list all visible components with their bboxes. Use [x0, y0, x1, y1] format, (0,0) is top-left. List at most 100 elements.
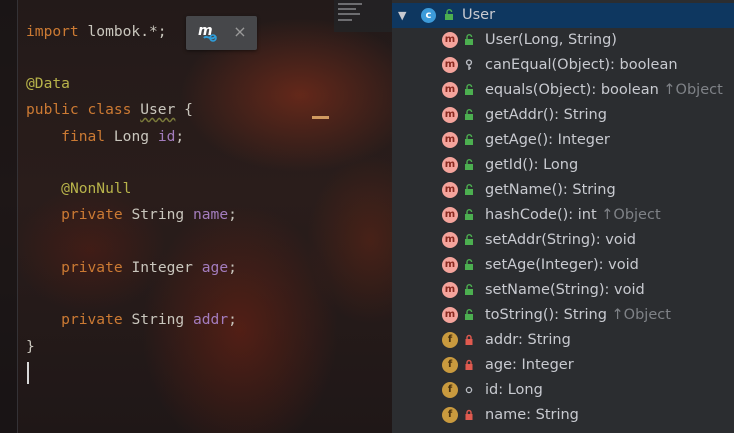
- structure-method-row[interactable]: m getAddr(): String: [392, 103, 734, 128]
- popup-close-icon[interactable]: ×: [231, 22, 249, 42]
- plugin-popup[interactable]: m ×: [186, 16, 257, 50]
- code-token: name: [192, 206, 229, 223]
- field-icon: f: [442, 357, 458, 373]
- member-label: equals(Object): boolean ↑Object: [485, 78, 723, 103]
- member-signature: setAddr(String): void: [485, 232, 636, 248]
- member-signature: id: Long: [485, 382, 543, 398]
- structure-method-row[interactable]: m getAge(): Integer: [392, 128, 734, 153]
- structure-method-row[interactable]: m setAge(Integer): void: [392, 253, 734, 278]
- code-token: ;: [228, 259, 237, 276]
- code-token: @Data: [26, 75, 70, 92]
- member-signature: User(Long, String): [485, 32, 617, 48]
- code-token: ;: [175, 128, 185, 145]
- member-signature: getAddr(): String: [485, 107, 607, 123]
- structure-field-row[interactable]: f age: Integer: [392, 353, 734, 378]
- member-signature: getName(): String: [485, 182, 616, 198]
- method-icon: m: [442, 182, 458, 198]
- structure-field-row[interactable]: f addr: String: [392, 328, 734, 353]
- method-icon: m: [442, 307, 458, 323]
- code-token: @NonNull: [61, 180, 132, 197]
- structure-method-row[interactable]: m setAddr(String): void: [392, 228, 734, 253]
- inherited-from-label: ↑Object: [596, 207, 661, 223]
- code-token: final: [61, 128, 106, 145]
- ide-window: import lombok.*; @Data public class User {…: [0, 0, 734, 433]
- public-lock-icon: [443, 3, 457, 28]
- public-lock-icon: [463, 228, 477, 253]
- member-signature: equals(Object): boolean: [485, 82, 659, 98]
- member-signature: getAge(): Integer: [485, 132, 610, 148]
- public-lock-icon: [463, 28, 477, 53]
- structure-method-row[interactable]: m User(Long, String): [392, 28, 734, 53]
- expand-arrow-icon[interactable]: ▼: [398, 3, 410, 28]
- code-line[interactable]: final Long id;: [26, 127, 184, 147]
- method-icon: m: [442, 282, 458, 298]
- structure-method-row[interactable]: m canEqual(Object): boolean: [392, 53, 734, 78]
- public-lock-icon: [463, 78, 477, 103]
- code-token: String: [122, 311, 193, 328]
- public-lock-icon: [463, 303, 477, 328]
- public-lock-icon: [463, 153, 477, 178]
- code-line[interactable]: private String addr;: [26, 310, 237, 330]
- member-label: id: Long: [485, 378, 543, 403]
- structure-method-row[interactable]: m equals(Object): boolean ↑Object: [392, 78, 734, 103]
- field-icon: f: [442, 407, 458, 423]
- member-label: getAge(): Integer: [485, 128, 610, 153]
- member-label: toString(): String ↑Object: [485, 303, 671, 328]
- field-icon: f: [442, 332, 458, 348]
- gutter-divider: [17, 0, 18, 433]
- code-line[interactable]: import lombok.*;: [26, 22, 167, 42]
- method-icon: m: [442, 57, 458, 73]
- code-token: private: [61, 259, 123, 276]
- code-line[interactable]: @NonNull: [26, 179, 131, 199]
- cursor-position-marker: [312, 116, 329, 119]
- structure-class-row[interactable]: ▼ c User: [392, 3, 734, 28]
- structure-field-row[interactable]: f id: Long: [392, 378, 734, 403]
- code-line[interactable]: private Integer age;: [26, 258, 237, 278]
- member-label: setAge(Integer): void: [485, 253, 639, 278]
- structure-field-row[interactable]: f name: String: [392, 403, 734, 428]
- code-token: ;: [228, 311, 237, 328]
- code-token: lombok.*;: [78, 23, 167, 40]
- inherited-from-label: ↑Object: [658, 82, 723, 98]
- member-signature: setAge(Integer): void: [485, 257, 639, 273]
- public-lock-icon: [463, 178, 477, 203]
- structure-method-row[interactable]: m hashCode(): int ↑Object: [392, 203, 734, 228]
- protected-key-icon: [463, 53, 477, 78]
- member-label: getId(): Long: [485, 153, 578, 178]
- mapstruct-logo-icon: m: [198, 23, 217, 42]
- structure-method-row[interactable]: m getId(): Long: [392, 153, 734, 178]
- private-lock-icon: [463, 403, 477, 428]
- editor-gutter: [0, 0, 17, 433]
- method-icon: m: [442, 32, 458, 48]
- code-line[interactable]: private String name;: [26, 205, 237, 225]
- structure-method-row[interactable]: m setName(String): void: [392, 278, 734, 303]
- code-line[interactable]: @Data: [26, 74, 70, 94]
- member-signature: age: Integer: [485, 357, 574, 373]
- code-token: private: [61, 206, 123, 223]
- code-token: Long: [105, 128, 158, 145]
- method-icon: m: [442, 257, 458, 273]
- code-token: }: [26, 338, 35, 355]
- code-line[interactable]: }: [26, 337, 35, 357]
- code-editor[interactable]: import lombok.*; @Data public class User {…: [0, 0, 392, 433]
- member-signature: setName(String): void: [485, 282, 645, 298]
- code-token: addr: [192, 311, 229, 328]
- member-label: getAddr(): String: [485, 103, 607, 128]
- code-token: age: [201, 259, 229, 276]
- code-line[interactable]: public class User {: [26, 100, 193, 120]
- code-token: public class: [26, 101, 141, 118]
- code-token: ;: [228, 206, 237, 223]
- method-icon: m: [442, 82, 458, 98]
- structure-method-row[interactable]: m toString(): String ↑Object: [392, 303, 734, 328]
- editor-overview-strip: [334, 0, 392, 32]
- code-token: id: [157, 128, 176, 145]
- structure-method-row[interactable]: m getName(): String: [392, 178, 734, 203]
- inherited-from-label: ↑Object: [606, 307, 671, 323]
- member-label: setAddr(String): void: [485, 228, 636, 253]
- member-label: name: String: [485, 403, 579, 428]
